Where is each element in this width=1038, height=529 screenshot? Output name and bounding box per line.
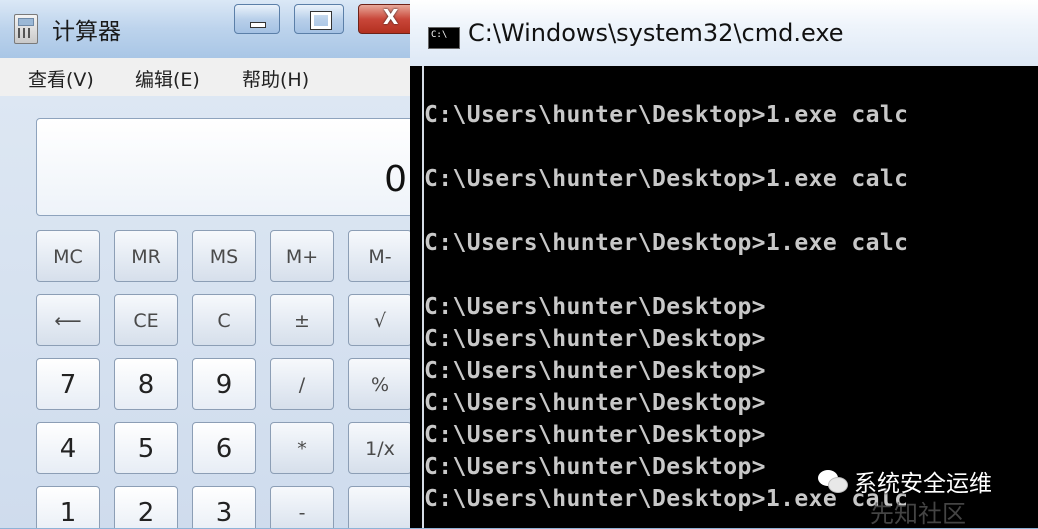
backspace-button[interactable]: ⟵	[36, 294, 100, 346]
console-line: C:\Users\hunter\Desktop>	[424, 390, 766, 416]
close-icon: X	[383, 5, 399, 29]
console-line: C:\Users\hunter\Desktop>	[424, 326, 766, 352]
calc-key-button[interactable]	[348, 486, 412, 528]
calculator-app-icon	[14, 14, 38, 44]
menu-edit[interactable]: 编辑(E)	[135, 65, 200, 92]
percent-button[interactable]: %	[348, 358, 412, 410]
calculator-title: 计算器	[52, 19, 121, 45]
memory-subtract-button[interactable]: M-	[348, 230, 412, 282]
digit-7-button[interactable]: 7	[36, 358, 100, 410]
digit-2-button[interactable]: 2	[114, 486, 178, 528]
display-value: 0	[384, 159, 407, 200]
memory-recall-button[interactable]: MR	[114, 230, 178, 282]
cmd-icon-label: C:\	[431, 30, 448, 40]
calculator-window[interactable]: 计算器 X 查看(V) 编辑(E) 帮助(H) 0 MC MR MS M+ M- ⟵ CE C…	[0, 0, 421, 528]
memory-clear-button[interactable]: MC	[36, 230, 100, 282]
console-line: C:\Users\hunter\Desktop>	[424, 422, 766, 448]
clear-button[interactable]: C	[192, 294, 256, 346]
digit-6-button[interactable]: 6	[192, 422, 256, 474]
calculator-display: 0	[36, 118, 420, 216]
minimize-button[interactable]	[234, 4, 280, 34]
wechat-icon	[818, 468, 848, 494]
negate-button[interactable]: ±	[270, 294, 334, 346]
memory-add-button[interactable]: M+	[270, 230, 334, 282]
console-line: C:\Users\hunter\Desktop>	[424, 358, 766, 384]
calculator-menubar: 查看(V) 编辑(E) 帮助(H)	[0, 58, 420, 96]
cmd-window[interactable]: C:\ C:\Windows\system32\cmd.exe C:\Users…	[410, 0, 1038, 528]
console-line: C:\Users\hunter\Desktop>	[424, 294, 766, 320]
memory-store-button[interactable]: MS	[192, 230, 256, 282]
console-line: C:\Users\hunter\Desktop>1.exe calc	[424, 166, 909, 192]
maximize-button[interactable]	[294, 4, 344, 34]
cmd-titlebar[interactable]: C:\ C:\Windows\system32\cmd.exe	[410, 0, 1038, 66]
watermark-faint: 先知社区	[870, 500, 966, 528]
reciprocal-button[interactable]: 1/x	[348, 422, 412, 474]
calculator-body: 0 MC MR MS M+ M- ⟵ CE C ± √ 7 8 9 /% 4 5 6 * 1/x 1 2 3-	[0, 96, 420, 528]
divide-button[interactable]: /	[270, 358, 334, 410]
calculator-titlebar[interactable]: 计算器 X	[0, 0, 420, 58]
digit-9-button[interactable]: 9	[192, 358, 256, 410]
cmd-app-icon: C:\	[428, 27, 460, 49]
cmd-title: C:\Windows\system32\cmd.exe	[468, 19, 844, 47]
console-line: C:\Users\hunter\Desktop>	[424, 454, 766, 480]
console-line: C:\Users\hunter\Desktop>1.exe calc	[424, 102, 909, 128]
cmd-console[interactable]: C:\Users\hunter\Desktop>1.exe calc C:\Us…	[422, 66, 1038, 528]
subtract-button[interactable]: -	[270, 486, 334, 528]
digit-4-button[interactable]: 4	[36, 422, 100, 474]
menu-view[interactable]: 查看(V)	[28, 65, 94, 92]
digit-3-button[interactable]: 3	[192, 486, 256, 528]
multiply-button[interactable]: *	[270, 422, 334, 474]
sqrt-button[interactable]: √	[348, 294, 412, 346]
menu-help[interactable]: 帮助(H)	[242, 65, 309, 92]
digit-5-button[interactable]: 5	[114, 422, 178, 474]
clear-entry-button[interactable]: CE	[114, 294, 178, 346]
digit-8-button[interactable]: 8	[114, 358, 178, 410]
watermark-text: 系统安全运维	[854, 471, 992, 497]
console-line: C:\Users\hunter\Desktop>1.exe calc	[424, 230, 909, 256]
digit-1-button[interactable]: 1	[36, 486, 100, 528]
